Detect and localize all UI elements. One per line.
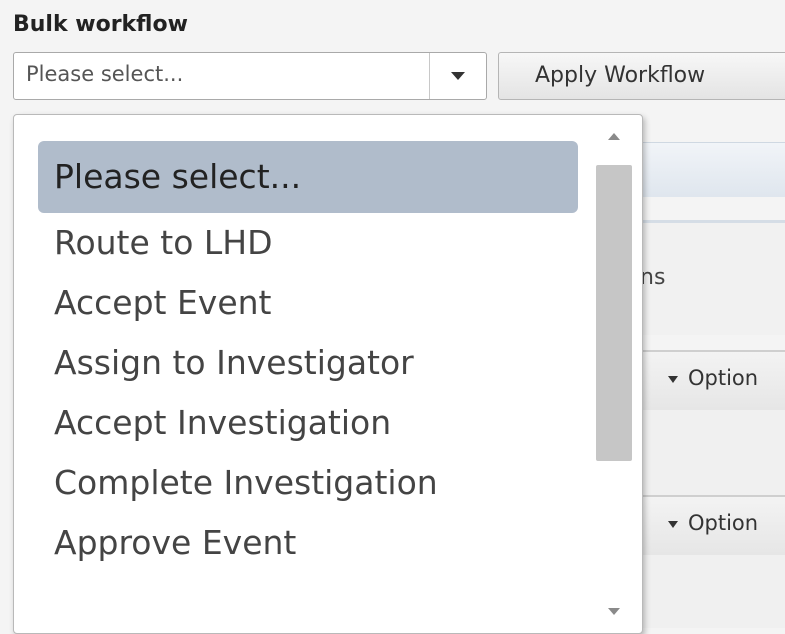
dropdown-option-route-to-lhd[interactable]: Route to LHD <box>38 213 578 273</box>
dropdown-option-approve-event[interactable]: Approve Event <box>38 513 578 573</box>
scrollbar-thumb[interactable] <box>596 165 632 461</box>
scroll-down-icon[interactable] <box>608 608 620 615</box>
apply-workflow-button[interactable]: Apply Workflow <box>498 52 785 100</box>
workflow-select-value: Please select... <box>26 62 184 86</box>
dropdown-option-complete-investigation[interactable]: Complete Investigation <box>38 453 578 513</box>
triangle-down-icon <box>668 521 678 528</box>
dropdown-option-accept-investigation[interactable]: Accept Investigation <box>38 393 578 453</box>
scroll-up-icon[interactable] <box>608 133 620 140</box>
workflow-select[interactable]: Please select... <box>13 52 487 100</box>
options-label-2: Option <box>688 511 759 535</box>
dropdown-options: Please select... Route to LHD Accept Eve… <box>38 141 578 573</box>
dropdown-scrollbar[interactable] <box>596 123 632 623</box>
background-partial-text: ns <box>640 265 666 290</box>
dropdown-option-accept-event[interactable]: Accept Event <box>38 273 578 333</box>
workflow-dropdown-list[interactable]: Please select... Route to LHD Accept Eve… <box>13 114 643 634</box>
dropdown-option-assign-to-investigator[interactable]: Assign to Investigator <box>38 333 578 393</box>
section-title: Bulk workflow <box>13 12 188 37</box>
dropdown-option-please-select[interactable]: Please select... <box>38 141 578 213</box>
select-dropdown-button[interactable] <box>429 53 486 99</box>
triangle-down-icon <box>668 376 678 383</box>
chevron-down-icon <box>451 72 465 80</box>
options-label-1: Option <box>688 366 759 390</box>
